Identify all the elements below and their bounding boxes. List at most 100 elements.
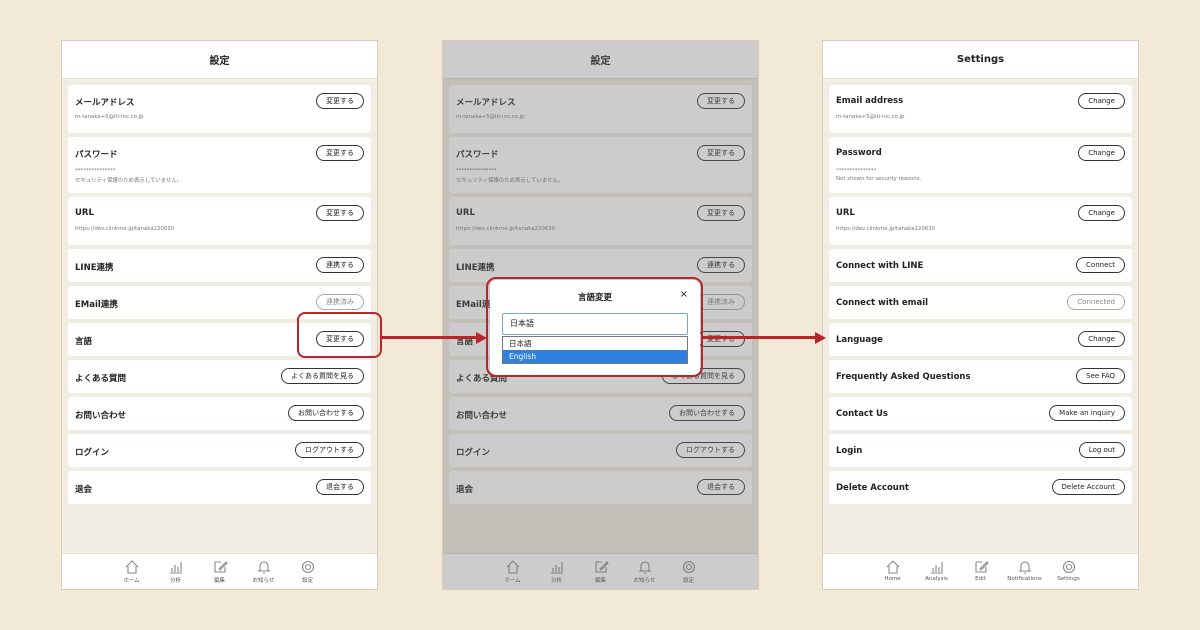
highlight-language-dialog: [486, 277, 703, 377]
row-title: Connect with email: [836, 298, 929, 308]
row-title: URL: [836, 208, 855, 218]
row-title: EMail連携: [75, 300, 118, 310]
change-password-button[interactable]: Change: [1078, 145, 1125, 161]
row-value: https://dev.clinkme.jp/tanaka220630: [836, 226, 936, 232]
row-title: 退会: [75, 485, 93, 495]
logout-button[interactable]: Log out: [1078, 442, 1125, 458]
arrow-head-1: [476, 331, 487, 344]
settings-row-password: パスワード *************** セキュリティ保護のため表示していませ…: [68, 137, 371, 193]
settings-row-url: URL https://dev.clinkme.jp/tanaka220630 …: [68, 197, 371, 245]
arrow-head-2: [815, 331, 826, 344]
tab-label: 編集: [213, 578, 225, 584]
change-email-button[interactable]: 変更する: [316, 93, 364, 109]
tab-analysis[interactable]: 分析: [163, 559, 189, 589]
tab-notifications[interactable]: Notifications: [1007, 559, 1042, 589]
tab-label: Analysis: [925, 576, 948, 582]
page-title: Settings: [823, 41, 1138, 79]
tab-notifications[interactable]: お知らせ: [251, 559, 277, 589]
row-value: ***************: [836, 168, 877, 174]
row-title: Delete Account: [836, 483, 909, 493]
row-value: https://dev.clinkme.jp/tanaka220630: [75, 226, 175, 232]
row-title: Contact Us: [836, 409, 888, 419]
connect-line-button[interactable]: 連携する: [316, 257, 364, 273]
settings-row-contact: Contact Us Make an inquiry: [829, 397, 1132, 430]
change-url-button[interactable]: Change: [1078, 205, 1125, 221]
tab-edit[interactable]: 編集: [207, 559, 233, 589]
settings-row-faq: よくある質問 よくある質問を見る: [68, 360, 371, 393]
tab-home[interactable]: Home: [880, 559, 906, 589]
highlight-language-button: [297, 312, 382, 358]
edit-icon: [974, 561, 989, 573]
tab-label: Home: [884, 576, 901, 582]
see-faq-button[interactable]: See FAQ: [1076, 368, 1125, 384]
row-title: Password: [836, 148, 882, 158]
change-language-button[interactable]: Change: [1078, 331, 1125, 347]
delete-account-button[interactable]: Delete Account: [1051, 479, 1125, 495]
bottom-tab-bar: ホーム 分析 編集 お知らせ 設定: [62, 553, 377, 589]
change-url-button[interactable]: 変更する: [316, 205, 364, 221]
gear-icon: [301, 560, 314, 574]
settings-row-contact: お問い合わせ お問い合わせする: [68, 397, 371, 430]
tab-settings[interactable]: 設定: [295, 559, 321, 589]
tab-settings[interactable]: Settings: [1056, 559, 1082, 589]
tab-edit[interactable]: Edit: [968, 559, 994, 589]
row-title: Frequently Asked Questions: [836, 372, 971, 382]
row-title: URL: [75, 208, 94, 218]
arrow-line-1: [382, 336, 477, 339]
row-title: よくある質問: [75, 374, 127, 384]
change-email-button[interactable]: Change: [1078, 93, 1125, 109]
settings-row-email: Email address m-tanaka+5@iti-inc.co.jp C…: [829, 85, 1132, 133]
bell-icon: [257, 561, 270, 574]
row-value: m-tanaka+5@iti-inc.co.jp: [75, 114, 144, 120]
page-title: 設定: [62, 41, 377, 79]
bell-icon: [1018, 561, 1031, 574]
row-title: お問い合わせ: [75, 411, 127, 421]
settings-row-line: Connect with LINE Connect: [829, 249, 1132, 282]
settings-row-email-link: Connect with email Connected: [829, 286, 1132, 319]
settings-row-delete: Delete Account Delete Account: [829, 471, 1132, 504]
tab-label: Notifications: [1007, 576, 1042, 582]
row-value: ***************: [75, 168, 116, 174]
row-value: m-tanaka+5@iti-inc.co.jp: [836, 114, 905, 120]
row-title: Connect with LINE: [836, 261, 924, 271]
row-title: LINE連携: [75, 263, 114, 273]
tab-analysis[interactable]: Analysis: [924, 559, 950, 589]
settings-row-password: Password *************** Not shown for s…: [829, 137, 1132, 193]
inquiry-button[interactable]: Make an inquiry: [1049, 405, 1125, 421]
tab-label: ホーム: [123, 578, 140, 584]
settings-row-login: Login Log out: [829, 434, 1132, 467]
row-note: セキュリティ保護のため表示していません。: [75, 178, 183, 184]
row-title: メールアドレス: [75, 98, 135, 108]
settings-row-url: URL https://dev.clinkme.jp/tanaka220630 …: [829, 197, 1132, 245]
tab-label: 分析: [169, 578, 181, 584]
settings-row-line: LINE連携 連携する: [68, 249, 371, 282]
logout-button[interactable]: ログアウトする: [295, 442, 364, 458]
settings-row-language: Language Change: [829, 323, 1132, 356]
row-title: ログイン: [75, 448, 110, 458]
tab-label: 設定: [301, 578, 313, 584]
settings-row-email: メールアドレス m-tanaka+5@iti-inc.co.jp 変更する: [68, 85, 371, 133]
email-connected-button: Connected: [1067, 294, 1125, 310]
change-password-button[interactable]: 変更する: [316, 145, 364, 161]
tab-home[interactable]: ホーム: [119, 559, 145, 589]
row-title: Login: [836, 446, 863, 456]
email-connected-button: 連携済み: [316, 294, 364, 310]
row-note: Not shown for security reasons.: [836, 176, 922, 182]
chart-icon: [930, 562, 943, 574]
tab-label: Settings: [1057, 576, 1080, 582]
row-title: 言語: [75, 337, 93, 347]
row-title: Language: [836, 335, 883, 345]
chart-icon: [169, 562, 182, 574]
bottom-tab-bar: Home Analysis Edit Notifications Setting…: [823, 553, 1138, 589]
settings-row-delete: 退会 退会する: [68, 471, 371, 504]
row-title: パスワード: [75, 150, 118, 160]
connect-line-button[interactable]: Connect: [1076, 257, 1125, 273]
home-icon: [125, 560, 138, 574]
home-icon: [886, 560, 899, 574]
settings-row-login: ログイン ログアウトする: [68, 434, 371, 467]
arrow-line-2: [703, 336, 816, 339]
see-faq-button[interactable]: よくある質問を見る: [281, 368, 364, 384]
delete-account-button[interactable]: 退会する: [316, 479, 364, 495]
inquiry-button[interactable]: お問い合わせする: [288, 405, 364, 421]
edit-icon: [213, 561, 228, 573]
